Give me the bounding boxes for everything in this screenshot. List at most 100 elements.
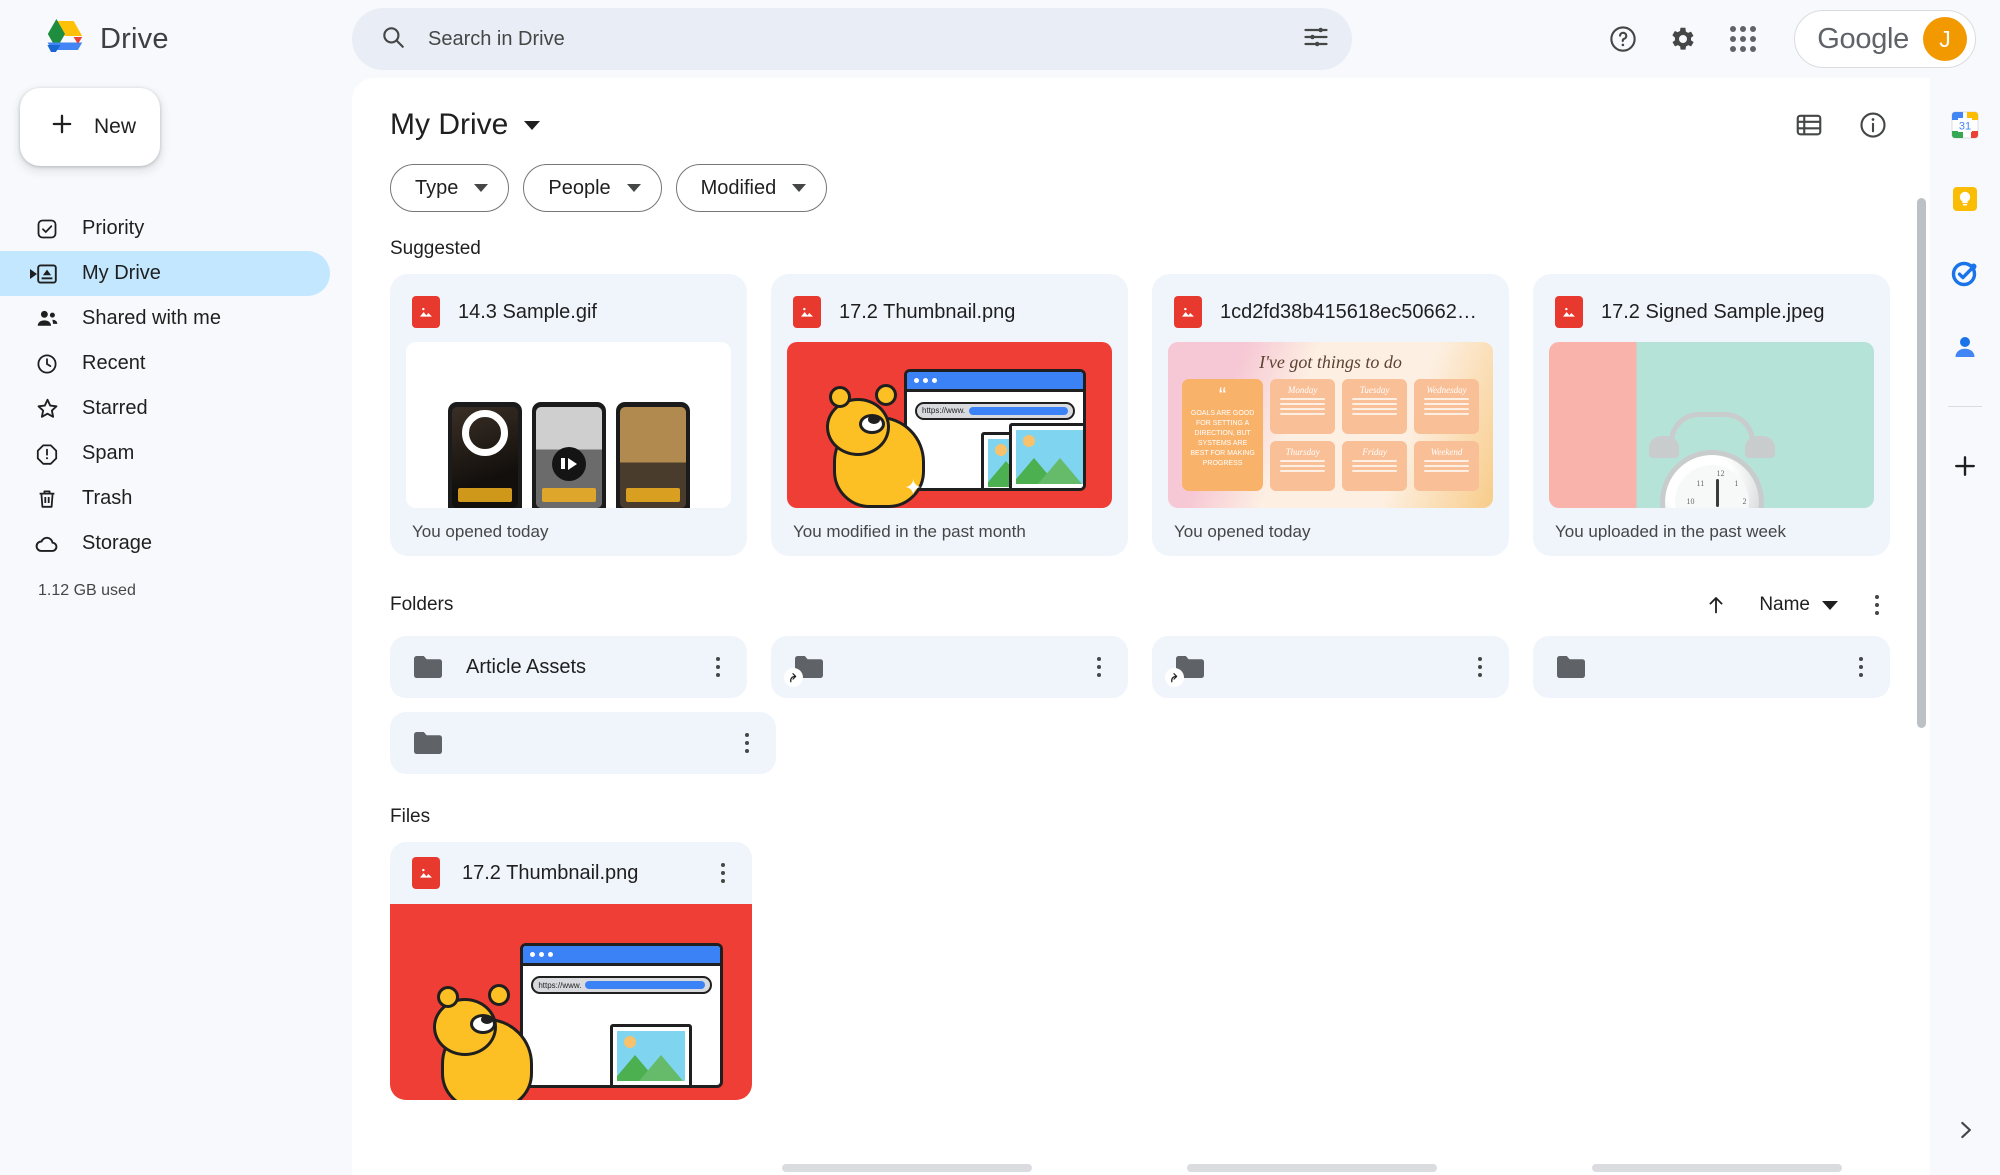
- kebab-icon[interactable]: [705, 657, 731, 677]
- arrow-up-icon[interactable]: [1699, 588, 1733, 622]
- chevron-right-icon[interactable]: [1946, 1111, 1984, 1149]
- suggested-card-subtitle: You uploaded in the past week: [1549, 508, 1874, 556]
- sidebar-item-priority[interactable]: Priority: [0, 206, 330, 251]
- folder-tile[interactable]: [771, 636, 1128, 698]
- filter-chip-modified[interactable]: Modified: [676, 164, 828, 212]
- file-name: 17.2 Thumbnail.png: [462, 862, 688, 885]
- suggested-card-subtitle: You opened today: [406, 508, 731, 556]
- filter-chip-label: Modified: [701, 177, 777, 200]
- phone-mock: [532, 402, 606, 508]
- kebab-icon[interactable]: [1086, 657, 1112, 677]
- folder-icon: [1555, 654, 1587, 680]
- main-panel: My Drive: [352, 78, 1930, 1175]
- tune-icon[interactable]: [1302, 23, 1330, 56]
- files-header: Files: [352, 774, 1930, 828]
- sidebar-item-shared-with-me[interactable]: Shared with me: [0, 296, 330, 341]
- kebab-icon[interactable]: [1848, 657, 1874, 677]
- rail-divider: [1948, 406, 1982, 407]
- sidebar-item-storage[interactable]: Storage: [0, 521, 330, 566]
- page-title-label: My Drive: [390, 108, 508, 142]
- kebab-icon[interactable]: [710, 863, 736, 883]
- people-icon: [34, 306, 60, 332]
- kebab-icon[interactable]: [1467, 657, 1493, 677]
- sidebar-item-starred[interactable]: Starred: [0, 386, 330, 431]
- google-calendar-icon[interactable]: 31: [1946, 106, 1984, 144]
- page-title[interactable]: My Drive: [390, 108, 540, 142]
- sidebar-item-label: Storage: [82, 532, 152, 555]
- svg-text:31: 31: [1959, 121, 1971, 133]
- cloud-icon: [34, 531, 60, 557]
- horizontal-scrollbars[interactable]: [352, 1161, 1930, 1175]
- suggested-card[interactable]: 1cd2fd38b415618ec50662… I've got things …: [1152, 274, 1509, 556]
- sort-by-button[interactable]: Name: [1759, 594, 1838, 616]
- sidebar-item-recent[interactable]: Recent: [0, 341, 330, 386]
- folders-row: Article Assets: [352, 622, 1930, 698]
- header-actions: Google J: [1352, 10, 1982, 68]
- planner-title: I've got things to do: [1182, 352, 1479, 373]
- quote-mark-icon: “: [1190, 387, 1255, 405]
- planner-day: Tuesday: [1342, 379, 1407, 434]
- suggested-card[interactable]: 17.2 Signed Sample.jpeg 12 1: [1533, 274, 1890, 556]
- file-thumbnail: 12 1 2 11 10: [1549, 342, 1874, 508]
- new-button[interactable]: New: [20, 88, 160, 166]
- suggested-card-head: 17.2 Thumbnail.png: [787, 290, 1112, 342]
- image-file-icon: [412, 857, 440, 889]
- sidebar-item-my-drive[interactable]: My Drive: [0, 251, 330, 296]
- search-input[interactable]: [428, 28, 1280, 51]
- brand[interactable]: Drive: [22, 19, 352, 60]
- phone-mock: [448, 402, 522, 508]
- sidebar-item-label: Starred: [82, 397, 148, 420]
- folder-tile[interactable]: [1533, 636, 1890, 698]
- folder-tile[interactable]: [390, 712, 776, 774]
- sidebar-item-spam[interactable]: Spam: [0, 431, 330, 476]
- suggested-card-name: 17.2 Thumbnail.png: [839, 301, 1015, 324]
- suggested-row: 14.3 Sample.gif You opened today: [352, 260, 1930, 556]
- kebab-icon[interactable]: [734, 733, 760, 753]
- folder-tile[interactable]: Article Assets: [390, 636, 747, 698]
- filter-chip-type[interactable]: Type: [390, 164, 509, 212]
- vertical-scrollbar[interactable]: [1917, 198, 1926, 728]
- google-contacts-icon[interactable]: [1946, 328, 1984, 366]
- planner-day-name: Thursday: [1276, 447, 1329, 457]
- my-drive-icon: [34, 261, 60, 287]
- suggested-card[interactable]: 14.3 Sample.gif You opened today: [390, 274, 747, 556]
- google-keep-icon[interactable]: [1946, 180, 1984, 218]
- chevron-down-icon: [627, 184, 641, 192]
- google-tasks-icon[interactable]: [1946, 254, 1984, 292]
- image-file-icon: [1174, 296, 1202, 328]
- folder-tile[interactable]: [1152, 636, 1509, 698]
- file-tile[interactable]: 17.2 Thumbnail.png https://www.: [390, 842, 752, 1100]
- info-icon[interactable]: [1856, 108, 1890, 142]
- sidebar-item-trash[interactable]: Trash: [0, 476, 330, 521]
- folder-icon: [1174, 654, 1206, 680]
- planner-day-name: Weekend: [1420, 447, 1473, 457]
- trash-icon: [34, 486, 60, 512]
- suggested-card[interactable]: 17.2 Thumbnail.png https://www.: [771, 274, 1128, 556]
- gear-icon[interactable]: [1666, 22, 1700, 56]
- suggested-card-name: 14.3 Sample.gif: [458, 301, 597, 324]
- apps-grid-icon[interactable]: [1726, 22, 1760, 56]
- plus-icon[interactable]: [1946, 447, 1984, 485]
- expand-caret-icon[interactable]: [30, 269, 37, 279]
- search-icon: [380, 24, 406, 55]
- app-header: Drive: [0, 0, 2000, 78]
- list-view-icon[interactable]: [1792, 108, 1826, 142]
- account-pill[interactable]: Google J: [1794, 10, 1976, 68]
- chevron-down-icon: [792, 184, 806, 192]
- filter-chip-people[interactable]: People: [523, 164, 661, 212]
- kebab-icon[interactable]: [1864, 595, 1890, 615]
- new-button-label: New: [94, 115, 136, 139]
- help-icon[interactable]: [1606, 22, 1640, 56]
- image-file-icon: [412, 296, 440, 328]
- chevron-down-icon[interactable]: [524, 121, 540, 130]
- storage-used-label: 1.12 GB used: [0, 582, 352, 600]
- image-file-icon: [793, 296, 821, 328]
- planner-grid: “ GOALS ARE GOOD FOR SETTING A DIRECTION…: [1182, 379, 1479, 491]
- app-body: New Priority: [0, 78, 2000, 1175]
- folder-name: Article Assets: [466, 656, 683, 679]
- avatar[interactable]: J: [1923, 17, 1967, 61]
- planner-day-name: Wednesday: [1420, 385, 1473, 395]
- browser-url-text: https://www.: [538, 981, 581, 990]
- planner-day: Weekend: [1414, 441, 1479, 491]
- search-box[interactable]: [352, 8, 1352, 70]
